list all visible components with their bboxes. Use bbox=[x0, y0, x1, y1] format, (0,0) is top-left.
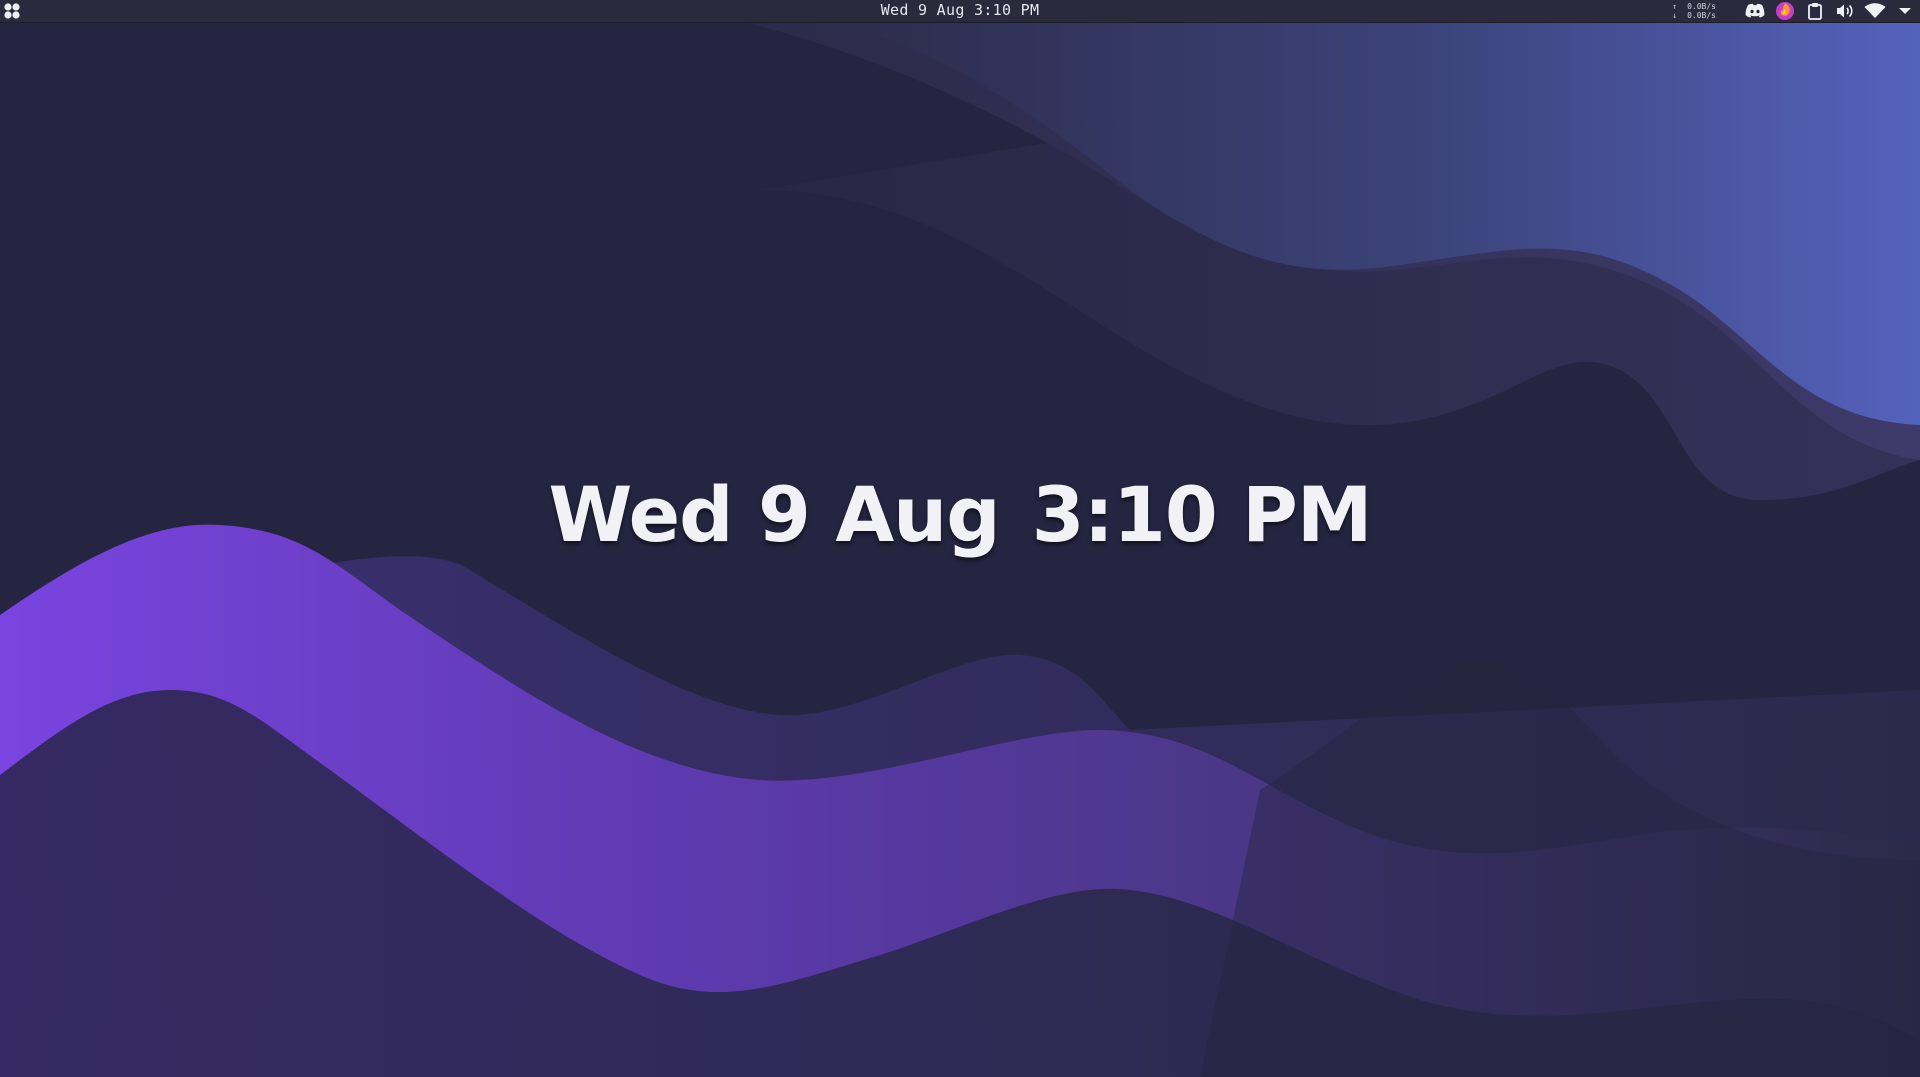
system-tray: ↑ 0.0B/s ↓ 0.0B/s bbox=[1672, 0, 1920, 22]
app-grid-icon bbox=[4, 3, 20, 19]
activities-button[interactable] bbox=[3, 2, 21, 20]
wifi-icon bbox=[1864, 3, 1886, 18]
download-arrow: ↓ bbox=[1672, 11, 1678, 20]
clipboard-icon bbox=[1808, 3, 1822, 20]
volume-tray-button[interactable] bbox=[1834, 0, 1856, 22]
chevron-down-icon bbox=[1899, 8, 1911, 14]
net-speed-indicator[interactable]: ↑ 0.0B/s ↓ 0.0B/s bbox=[1672, 2, 1716, 20]
topbar-clock-label[interactable]: Wed 9 Aug 3:10 PM bbox=[881, 1, 1040, 19]
top-bar: Wed 9 Aug 3:10 PM ↑ 0.0B/s ↓ 0.0B/s bbox=[0, 0, 1920, 23]
discord-icon bbox=[1745, 3, 1765, 18]
download-speed: 0.0B/s bbox=[1687, 11, 1716, 20]
system-menu-button[interactable] bbox=[1894, 0, 1916, 22]
topbar-clock: Wed 9 Aug 3:10 PM bbox=[0, 0, 1920, 22]
firefox-icon bbox=[1776, 2, 1794, 20]
wifi-tray-button[interactable] bbox=[1864, 0, 1886, 22]
firefox-tray-button[interactable] bbox=[1774, 0, 1796, 22]
clipboard-tray-button[interactable] bbox=[1804, 0, 1826, 22]
lock-clock: Wed 9 Aug 3:10 PM bbox=[0, 470, 1920, 559]
clock-date: Wed 9 Aug bbox=[548, 470, 1000, 559]
upload-arrow: ↑ bbox=[1672, 2, 1678, 11]
clock-time: 3:10 PM bbox=[1031, 470, 1373, 559]
desktop: Wed 9 Aug 3:10 PM Wed 9 Aug 3:10 PM ↑ 0.0B… bbox=[0, 0, 1920, 1077]
upload-speed: 0.0B/s bbox=[1687, 2, 1716, 11]
discord-tray-button[interactable] bbox=[1744, 0, 1766, 22]
volume-icon bbox=[1837, 4, 1853, 18]
